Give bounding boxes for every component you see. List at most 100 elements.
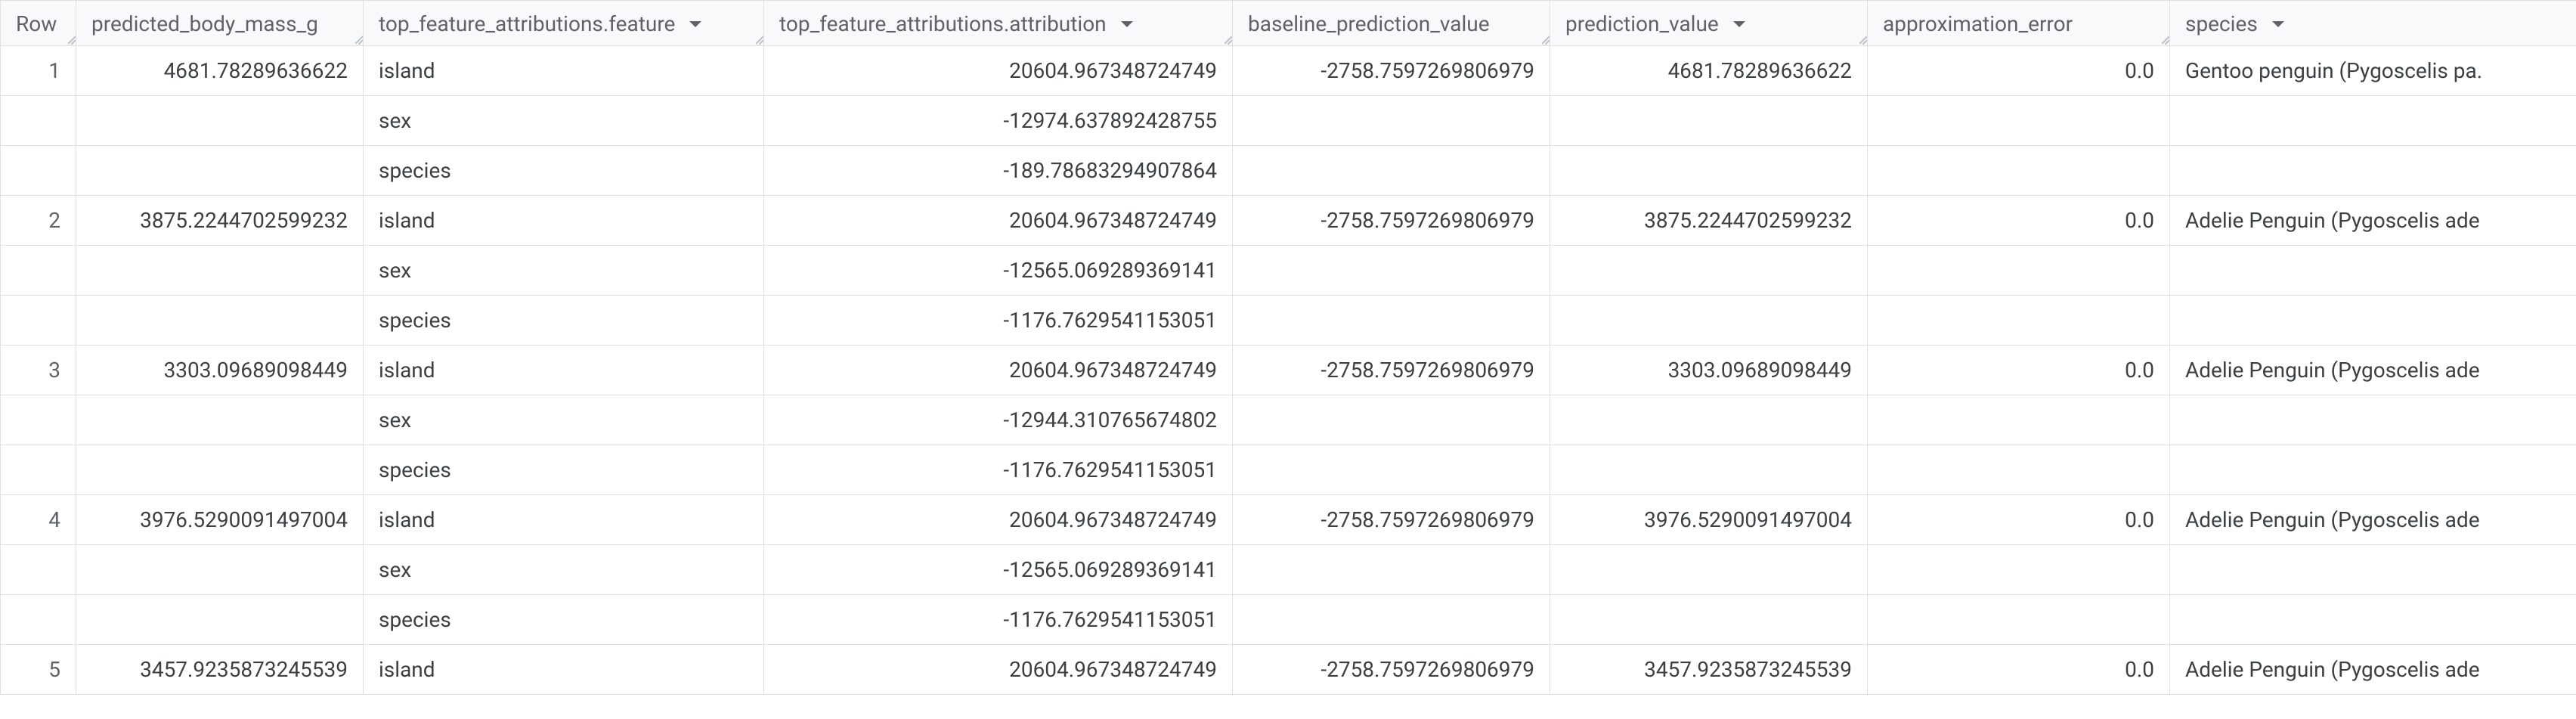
- table-row: species-1176.7629541153051: [1, 445, 2576, 495]
- cell-baseline-prediction: [1233, 246, 1550, 296]
- cell-baseline-prediction: -2758.7597269806979: [1233, 645, 1550, 695]
- resize-handle-icon[interactable]: [2159, 33, 2169, 44]
- table-row: 43976.5290091497004island20604.967348724…: [1, 495, 2576, 545]
- cell-approximation-error: [1868, 445, 2170, 495]
- cell-feature: sex: [364, 395, 764, 445]
- cell-prediction-value: [1550, 395, 1868, 445]
- cell-approximation-error: [1868, 545, 2170, 595]
- cell-approximation-error: [1868, 246, 2170, 296]
- cell-prediction-value: 3303.09689098449: [1550, 346, 1868, 395]
- cell-row-number: [1, 545, 76, 595]
- cell-species: [2170, 146, 2576, 196]
- cell-row-number: 3: [1, 346, 76, 395]
- cell-species: [2170, 445, 2576, 495]
- cell-predicted-body-mass: 3457.9235873245539: [76, 645, 364, 695]
- cell-predicted-body-mass: [76, 146, 364, 196]
- cell-attribution: -12565.069289369141: [764, 246, 1233, 296]
- col-header-label: top_feature_attributions.attribution: [779, 11, 1107, 36]
- col-header-feature[interactable]: top_feature_attributions.feature: [364, 1, 764, 46]
- cell-predicted-body-mass: [76, 445, 364, 495]
- cell-species: Gentoo penguin (Pygoscelis pa.: [2170, 46, 2576, 96]
- cell-prediction-value: 3976.5290091497004: [1550, 495, 1868, 545]
- col-header-predicted-body-mass[interactable]: predicted_body_mass_g: [76, 1, 364, 46]
- cell-row-number: [1, 146, 76, 196]
- table-row: 14681.78289636622island20604.96734872474…: [1, 46, 2576, 96]
- cell-prediction-value: [1550, 246, 1868, 296]
- cell-attribution: 20604.967348724749: [764, 46, 1233, 96]
- sort-dropdown-icon[interactable]: [2272, 21, 2284, 27]
- cell-species: [2170, 296, 2576, 346]
- cell-row-number: [1, 246, 76, 296]
- col-header-label: baseline_prediction_value: [1248, 11, 1490, 36]
- cell-baseline-prediction: -2758.7597269806979: [1233, 46, 1550, 96]
- col-header-prediction-value[interactable]: prediction_value: [1550, 1, 1868, 46]
- col-header-label: Row: [16, 11, 57, 36]
- cell-species: [2170, 246, 2576, 296]
- cell-predicted-body-mass: [76, 395, 364, 445]
- cell-baseline-prediction: [1233, 395, 1550, 445]
- cell-row-number: [1, 595, 76, 645]
- cell-prediction-value: 3875.2244702599232: [1550, 196, 1868, 246]
- cell-predicted-body-mass: 3875.2244702599232: [76, 196, 364, 246]
- cell-attribution: -1176.7629541153051: [764, 595, 1233, 645]
- cell-approximation-error: [1868, 96, 2170, 146]
- resize-handle-icon[interactable]: [65, 33, 76, 44]
- cell-approximation-error: 0.0: [1868, 346, 2170, 395]
- cell-feature: species: [364, 595, 764, 645]
- results-table: Row predicted_body_mass_g top_feature_at…: [0, 0, 2576, 695]
- table-row: 53457.9235873245539island20604.967348724…: [1, 645, 2576, 695]
- cell-approximation-error: 0.0: [1868, 196, 2170, 246]
- resize-handle-icon[interactable]: [1539, 33, 1550, 44]
- cell-feature: island: [364, 495, 764, 545]
- cell-predicted-body-mass: 3976.5290091497004: [76, 495, 364, 545]
- cell-baseline-prediction: [1233, 96, 1550, 146]
- cell-prediction-value: [1550, 296, 1868, 346]
- table-row: 33303.09689098449island20604.96734872474…: [1, 346, 2576, 395]
- cell-baseline-prediction: [1233, 146, 1550, 196]
- col-header-label: prediction_value: [1565, 11, 1719, 36]
- table-row: sex-12565.069289369141: [1, 246, 2576, 296]
- cell-predicted-body-mass: [76, 545, 364, 595]
- col-header-species[interactable]: species: [2170, 1, 2576, 46]
- cell-feature: island: [364, 346, 764, 395]
- table-row: 23875.2244702599232island20604.967348724…: [1, 196, 2576, 246]
- cell-feature: island: [364, 196, 764, 246]
- col-header-baseline-prediction[interactable]: baseline_prediction_value: [1233, 1, 1550, 46]
- resize-handle-icon[interactable]: [1856, 33, 1867, 44]
- cell-species: Adelie Penguin (Pygoscelis ade: [2170, 645, 2576, 695]
- cell-baseline-prediction: [1233, 595, 1550, 645]
- cell-feature: species: [364, 296, 764, 346]
- cell-attribution: 20604.967348724749: [764, 645, 1233, 695]
- cell-row-number: [1, 96, 76, 146]
- cell-attribution: -1176.7629541153051: [764, 445, 1233, 495]
- col-header-attribution[interactable]: top_feature_attributions.attribution: [764, 1, 1233, 46]
- cell-prediction-value: 4681.78289636622: [1550, 46, 1868, 96]
- col-header-label: approximation_error: [1883, 11, 2073, 36]
- cell-feature: species: [364, 445, 764, 495]
- table-row: sex-12974.637892428755: [1, 96, 2576, 146]
- cell-baseline-prediction: [1233, 296, 1550, 346]
- resize-handle-icon[interactable]: [352, 33, 363, 44]
- cell-baseline-prediction: -2758.7597269806979: [1233, 495, 1550, 545]
- sort-dropdown-icon[interactable]: [1121, 21, 1133, 27]
- col-header-row[interactable]: Row: [1, 1, 76, 46]
- cell-prediction-value: [1550, 146, 1868, 196]
- cell-feature: species: [364, 146, 764, 196]
- cell-attribution: 20604.967348724749: [764, 495, 1233, 545]
- cell-species: [2170, 96, 2576, 146]
- cell-predicted-body-mass: [76, 595, 364, 645]
- cell-approximation-error: 0.0: [1868, 46, 2170, 96]
- cell-feature: sex: [364, 246, 764, 296]
- sort-dropdown-icon[interactable]: [689, 21, 701, 27]
- cell-baseline-prediction: -2758.7597269806979: [1233, 346, 1550, 395]
- resize-handle-icon[interactable]: [753, 33, 763, 44]
- cell-row-number: 4: [1, 495, 76, 545]
- cell-species: [2170, 395, 2576, 445]
- cell-feature: island: [364, 46, 764, 96]
- col-header-approximation-error[interactable]: approximation_error: [1868, 1, 2170, 46]
- col-header-label: predicted_body_mass_g: [91, 11, 318, 36]
- cell-attribution: -12944.310765674802: [764, 395, 1233, 445]
- cell-species: Adelie Penguin (Pygoscelis ade: [2170, 495, 2576, 545]
- sort-dropdown-icon[interactable]: [1733, 21, 1745, 27]
- resize-handle-icon[interactable]: [1221, 33, 1232, 44]
